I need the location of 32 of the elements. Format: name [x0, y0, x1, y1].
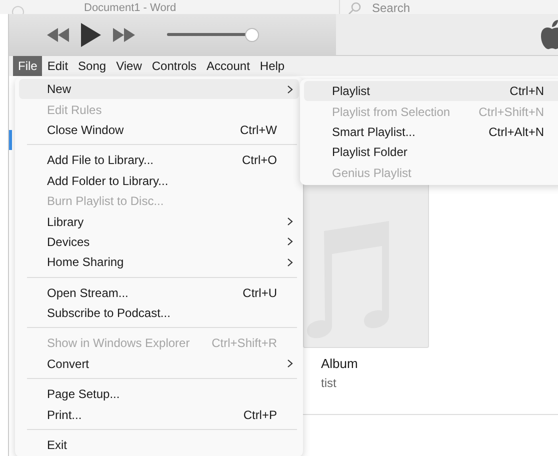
menu-item[interactable]: Page Setup... [19, 384, 299, 404]
menu-bar-item[interactable]: Controls [146, 56, 202, 76]
album-title: Album [321, 356, 359, 371]
menu-item[interactable]: Devices [19, 232, 299, 252]
menu-item[interactable]: Convert [19, 354, 299, 374]
menu-item[interactable]: Open Stream... Ctrl+U [19, 282, 299, 303]
menu-item[interactable]: Smart Playlist... Ctrl+Alt+N [304, 122, 558, 142]
menu-bar-item[interactable]: Song [73, 56, 112, 76]
menu-bar-item[interactable]: View [111, 56, 147, 76]
menu-bar-item[interactable]: Account [202, 56, 255, 76]
search-icon [348, 2, 362, 14]
album-artist: tist [321, 376, 338, 390]
menu-item[interactable]: New [19, 79, 299, 100]
search-field[interactable]: Search [372, 2, 452, 14]
menu-item[interactable]: Playlist Ctrl+N [304, 81, 558, 102]
fast-forward-icon[interactable] [113, 28, 135, 42]
play-icon[interactable] [81, 22, 101, 46]
menu-item[interactable]: Library [19, 211, 299, 232]
menu-item[interactable]: Playlist Folder [304, 142, 558, 163]
menu-item[interactable]: Add File to Library... Ctrl+O [19, 150, 299, 171]
rewind-icon[interactable] [47, 28, 69, 42]
menu-bar-item[interactable]: Help [254, 56, 290, 76]
window-title: Document1 - Word [84, 2, 176, 14]
apple-logo-icon [540, 20, 558, 50]
menu-item[interactable]: Home Sharing [19, 252, 299, 273]
menu-item[interactable]: Exit [19, 434, 299, 456]
menu-item[interactable]: Subscribe to Podcast... [19, 302, 299, 324]
menu-item[interactable]: Add Folder to Library... [19, 170, 299, 191]
menu-bar-item[interactable]: File [13, 56, 42, 76]
menu-bar-item[interactable]: Edit [42, 56, 74, 76]
menu-item[interactable]: Close Window Ctrl+W [19, 120, 299, 140]
menu-item[interactable]: Print... Ctrl+P [19, 404, 299, 425]
